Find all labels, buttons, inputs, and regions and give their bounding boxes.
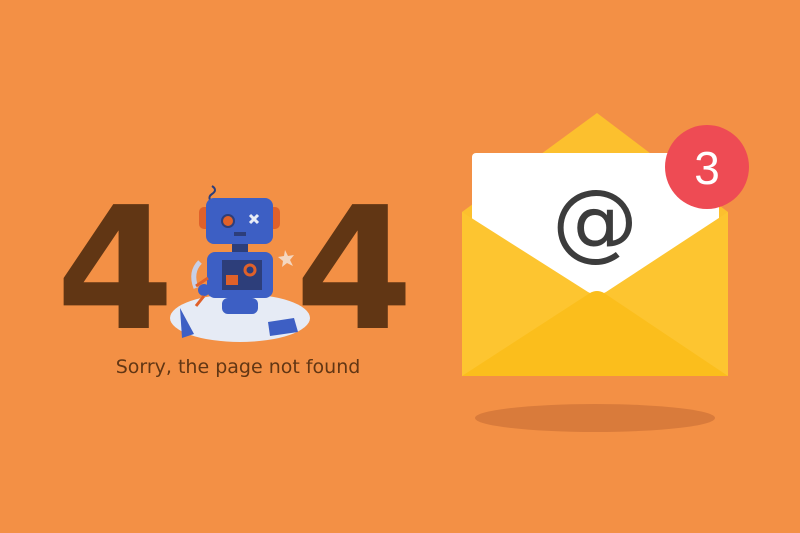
- at-symbol: @: [552, 171, 638, 271]
- digit-right: 4: [295, 171, 413, 369]
- illustration: 4 4 @ 3: [56, 113, 749, 432]
- error-message: Sorry, the page not found: [115, 356, 361, 378]
- robot-icon: [170, 185, 310, 342]
- notification-badge[interactable]: 3: [665, 125, 749, 209]
- digit-left: 4: [56, 171, 174, 369]
- badge-count: 3: [694, 142, 720, 194]
